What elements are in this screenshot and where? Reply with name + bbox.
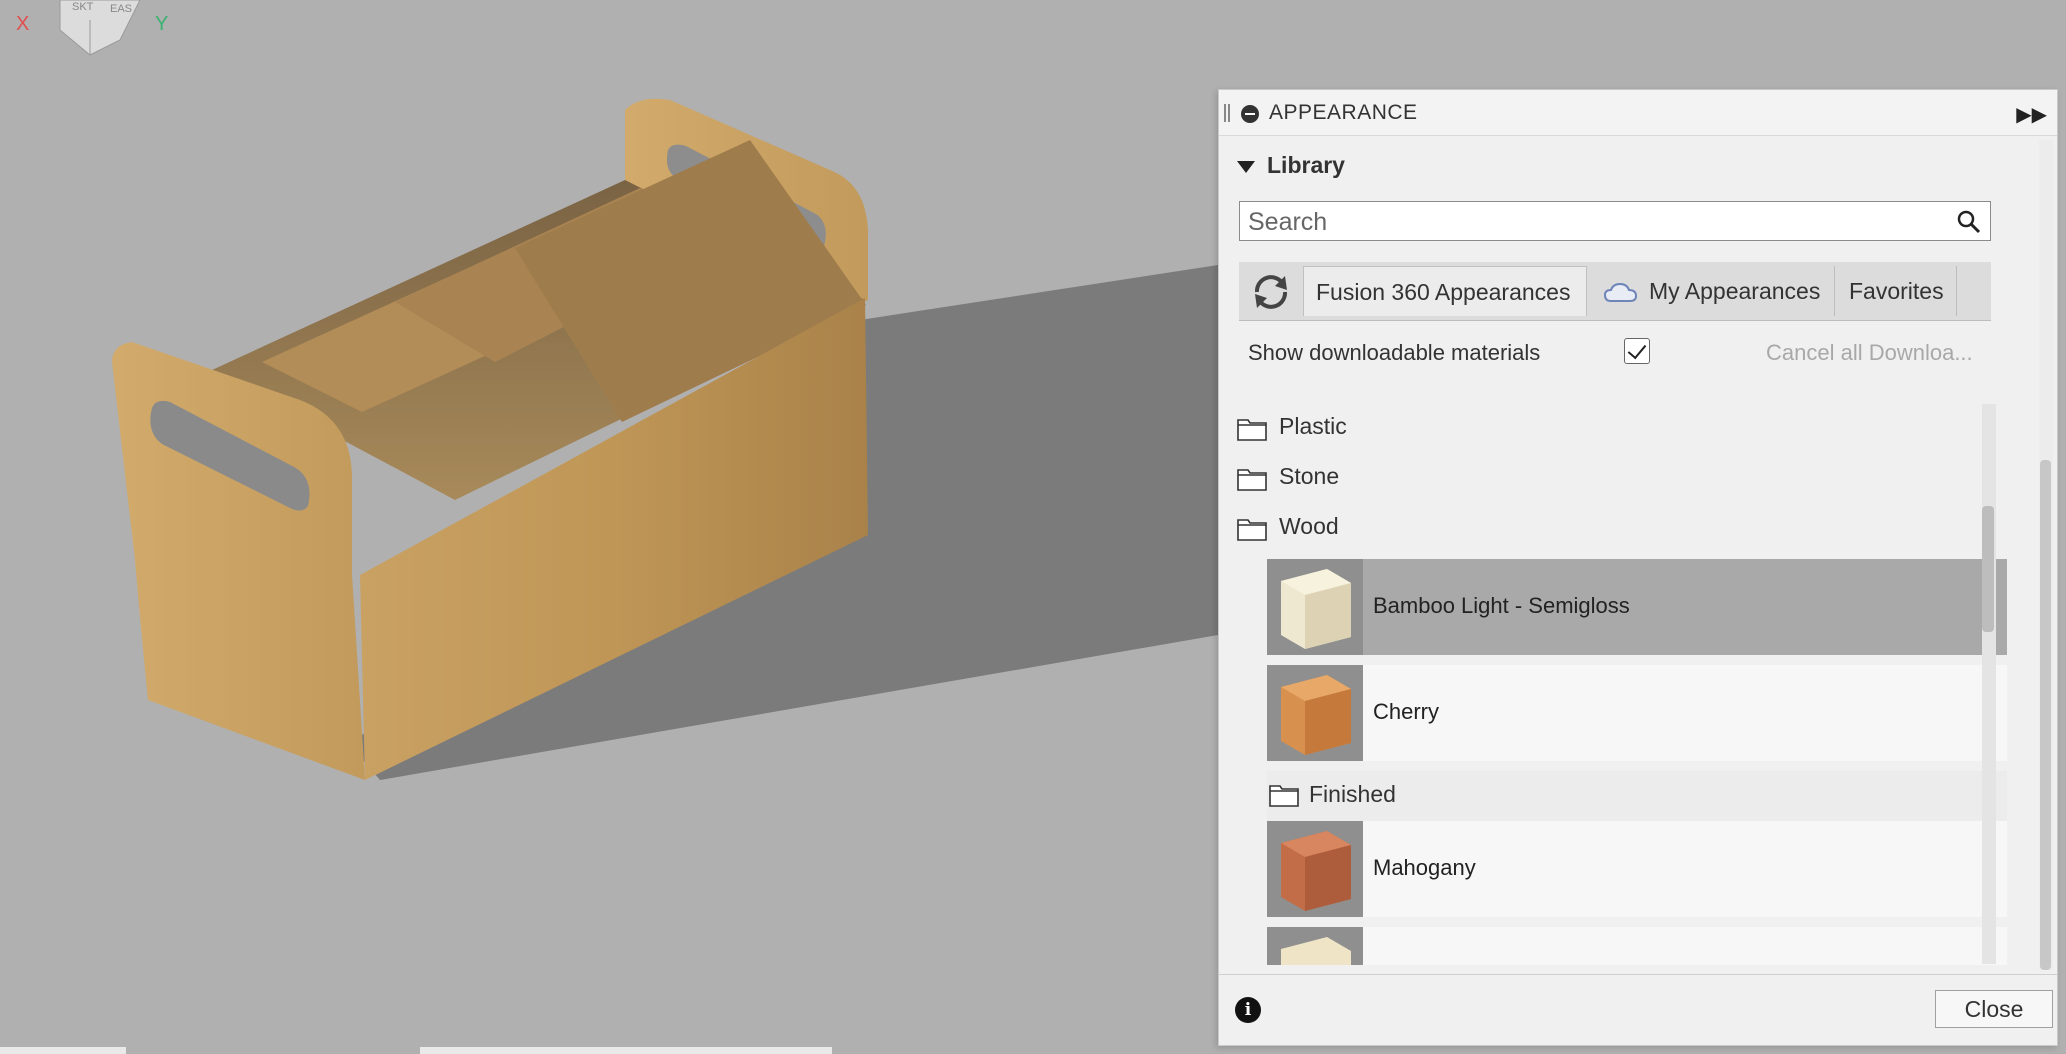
tab-fusion-360-appearances[interactable]: Fusion 360 Appearances (1303, 266, 1587, 316)
panel-footer: i Close (1219, 974, 2057, 1045)
tab-favorites[interactable]: Favorites (1837, 266, 1957, 316)
refresh-icon[interactable] (1241, 266, 1301, 318)
material-swatch (1267, 821, 1363, 917)
axis-y-label: Y (155, 13, 168, 35)
material-label: Bamboo Light - Semigloss (1373, 593, 1630, 618)
tab-my-appearances[interactable]: My Appearances (1591, 266, 1835, 316)
material-label: Mahogany (1373, 855, 1476, 880)
info-icon[interactable]: i (1235, 997, 1261, 1023)
double-chevron-right-icon[interactable]: ▶▶ (2016, 102, 2047, 127)
cancel-all-downloads-link[interactable]: Cancel all Downloa... (1766, 340, 1973, 366)
folder-label: Wood (1279, 513, 1339, 539)
list-scrollbar-thumb[interactable] (1982, 506, 1994, 632)
search-input[interactable] (1239, 201, 1991, 241)
show-downloadable-checkbox[interactable] (1624, 338, 1650, 364)
downloadable-row: Show downloadable materials Cancel all D… (1248, 338, 2008, 370)
show-downloadable-label: Show downloadable materials (1248, 340, 1541, 365)
drag-grip-icon[interactable] (1224, 104, 1230, 122)
panel-title: APPEARANCE (1269, 101, 1418, 124)
list-scrollbar-track[interactable] (1982, 404, 1996, 964)
panel-scrollbar-thumb[interactable] (2040, 460, 2051, 970)
material-bamboo-light-semigloss[interactable]: Bamboo Light - Semigloss (1267, 559, 2007, 655)
svg-text:EAS: EAS (110, 3, 132, 15)
panel-header[interactable]: APPEARANCE ▶▶ (1219, 90, 2057, 136)
library-label: Library (1267, 152, 1345, 178)
triangle-down-icon (1237, 161, 1255, 173)
folder-icon (1269, 785, 1299, 807)
material-swatch (1267, 665, 1363, 761)
library-tabs: Fusion 360 Appearances My Appearances Fa… (1239, 262, 1991, 321)
folder-icon (1237, 469, 1267, 491)
folder-icon (1237, 519, 1267, 541)
svg-text:SKT: SKT (72, 1, 94, 13)
status-strip-center (420, 1047, 832, 1054)
search-icon[interactable] (1956, 209, 1982, 235)
collapse-icon[interactable] (1241, 105, 1259, 123)
material-mahogany[interactable]: Mahogany (1267, 821, 2007, 917)
status-strip-left (0, 1047, 126, 1054)
close-button[interactable]: Close (1935, 990, 2053, 1028)
folder-icon (1237, 419, 1267, 441)
axis-x-label: X (16, 13, 29, 35)
material-swatch (1267, 559, 1363, 655)
material-next-partial[interactable] (1267, 927, 2007, 965)
folder-label: Plastic (1279, 413, 1347, 439)
material-swatch (1267, 927, 1363, 965)
appearance-panel: APPEARANCE ▶▶ Library Fusion 360 Appeara… (1218, 89, 2058, 1046)
folder-finished[interactable]: Finished (1267, 771, 2007, 821)
folder-label: Stone (1279, 463, 1340, 489)
material-cherry[interactable]: Cherry (1267, 665, 2007, 761)
folder-label: Finished (1309, 781, 1396, 807)
view-cube[interactable]: SKT EAS X Y (0, 0, 180, 70)
material-list: Plastic Stone Wood Bamboo Light - Semigl… (1237, 405, 2012, 965)
material-label: Cherry (1373, 699, 1440, 724)
